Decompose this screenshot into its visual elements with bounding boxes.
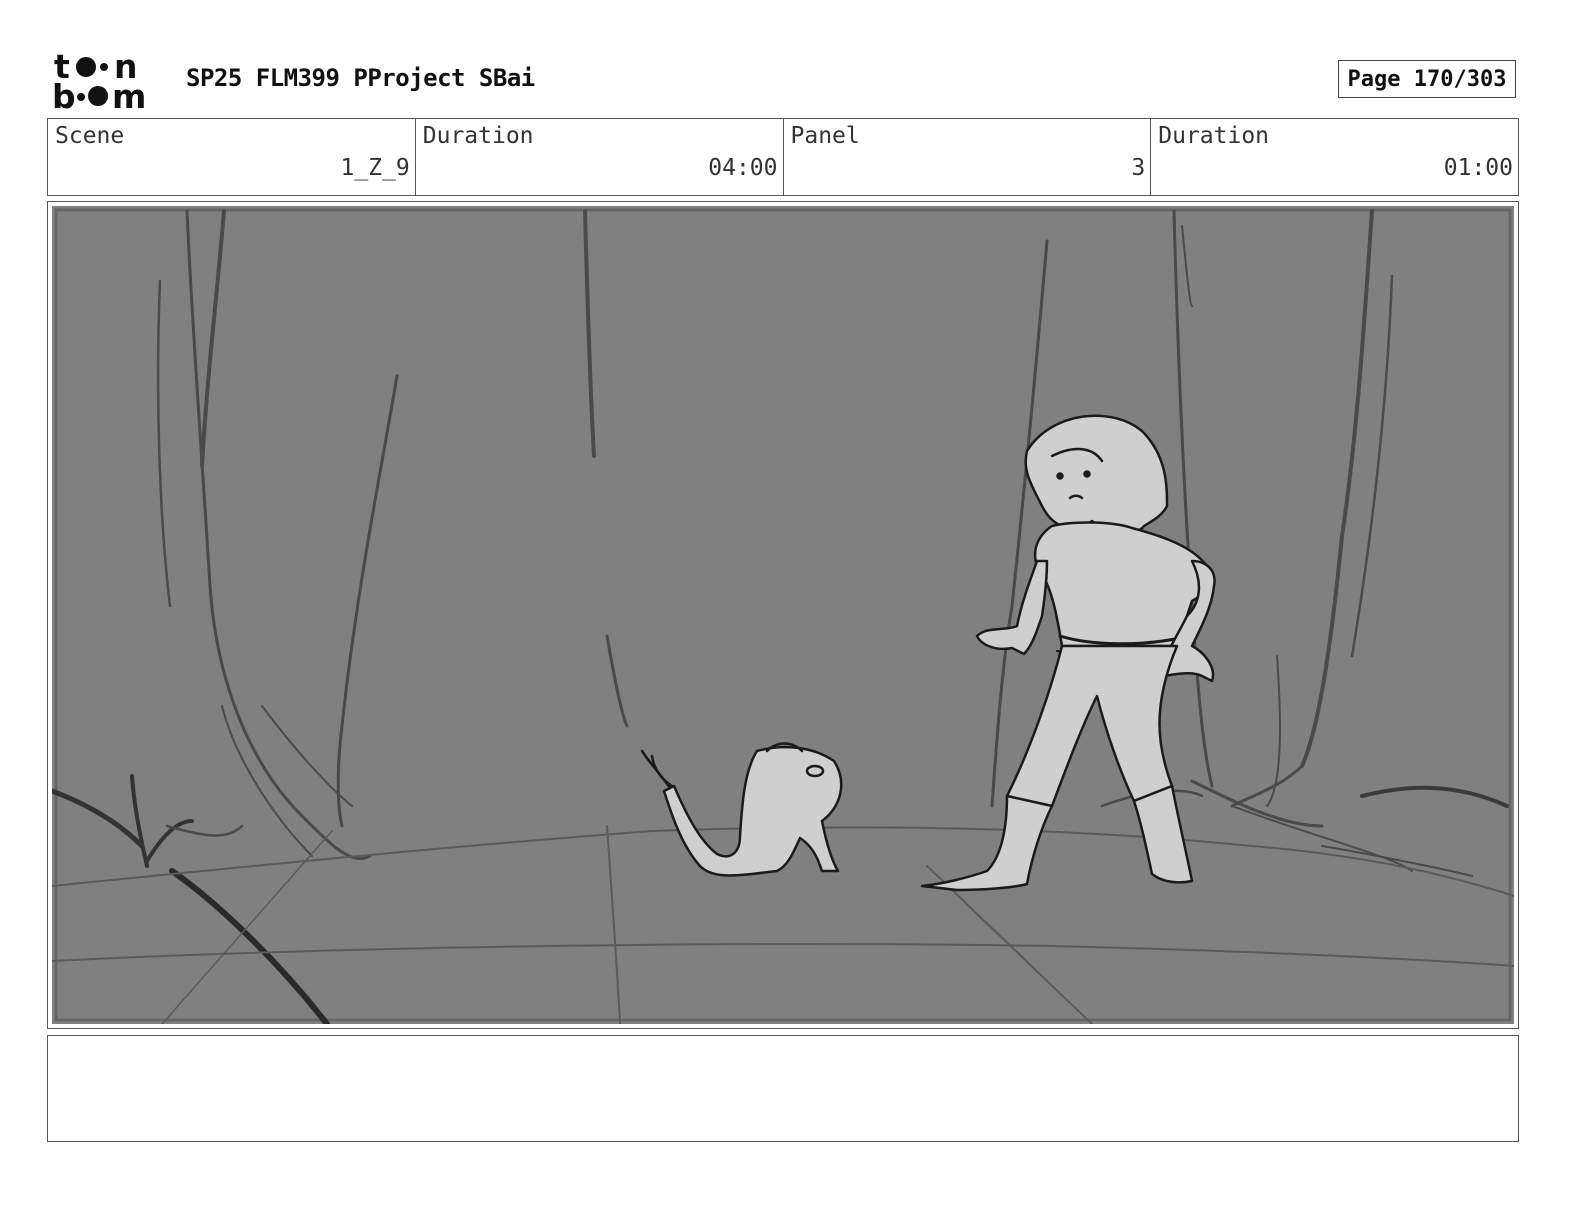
scene-cell: Scene 1_Z_9 <box>48 119 416 195</box>
svg-text:b: b <box>52 77 76 112</box>
panel-sketch <box>52 206 1514 1024</box>
project-title: SP25 FLM399 PProject SBai <box>186 64 535 92</box>
panel-info-row: Scene 1_Z_9 Duration 04:00 Panel 3 Durat… <box>47 118 1519 196</box>
panel-label: Panel <box>790 123 860 149</box>
scene-value: 1_Z_9 <box>340 155 410 181</box>
scene-duration-label: Duration <box>422 123 534 149</box>
page-indicator: Page 170/303 <box>1338 60 1516 98</box>
panel-duration-label: Duration <box>1158 123 1270 149</box>
svg-text:m: m <box>112 77 146 112</box>
scene-duration-cell: Duration 04:00 <box>416 119 784 195</box>
panel-cell: Panel 3 <box>784 119 1152 195</box>
panel-duration-cell: Duration 01:00 <box>1151 119 1518 195</box>
scene-label: Scene <box>55 123 125 149</box>
panel-duration-value: 01:00 <box>1443 155 1513 181</box>
storyboard-panel <box>47 201 1519 1029</box>
panel-value: 3 <box>1131 155 1146 181</box>
toon-boom-logo: t n b m <box>52 50 164 112</box>
scene-duration-value: 04:00 <box>708 155 778 181</box>
panel-notes <box>47 1035 1519 1142</box>
